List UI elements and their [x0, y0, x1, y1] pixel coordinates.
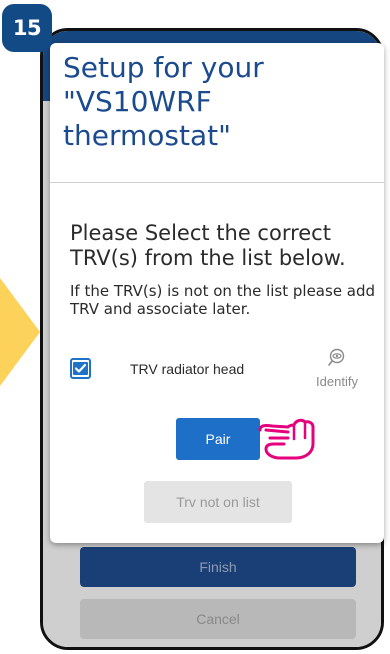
- pointing-hand-icon: [258, 418, 315, 460]
- setup-dialog: Setup for your "VS10WRF thermostat" Plea…: [50, 43, 384, 543]
- trv-checkbox[interactable]: [70, 358, 91, 379]
- instruction-text: Please Select the correct TRV(s) from th…: [70, 221, 346, 270]
- trv-not-on-list-button[interactable]: Trv not on list: [144, 481, 292, 523]
- trv-device-label: TRV radiator head: [130, 361, 245, 377]
- identify-button[interactable]: Identify: [312, 348, 362, 389]
- identify-eye-icon: [328, 348, 345, 366]
- cancel-button[interactable]: Cancel: [80, 599, 356, 639]
- checkmark-icon: [73, 362, 88, 375]
- finish-button[interactable]: Finish: [80, 547, 356, 587]
- divider: [50, 182, 384, 183]
- yellow-arrow-icon: [0, 278, 40, 386]
- step-number-badge: 15: [2, 4, 52, 52]
- pair-button[interactable]: Pair: [176, 418, 260, 460]
- identify-label: Identify: [316, 374, 358, 389]
- dialog-title: Setup for your "VS10WRF thermostat": [63, 51, 264, 152]
- instruction-subtext: If the TRV(s) is not on the list please …: [70, 282, 376, 318]
